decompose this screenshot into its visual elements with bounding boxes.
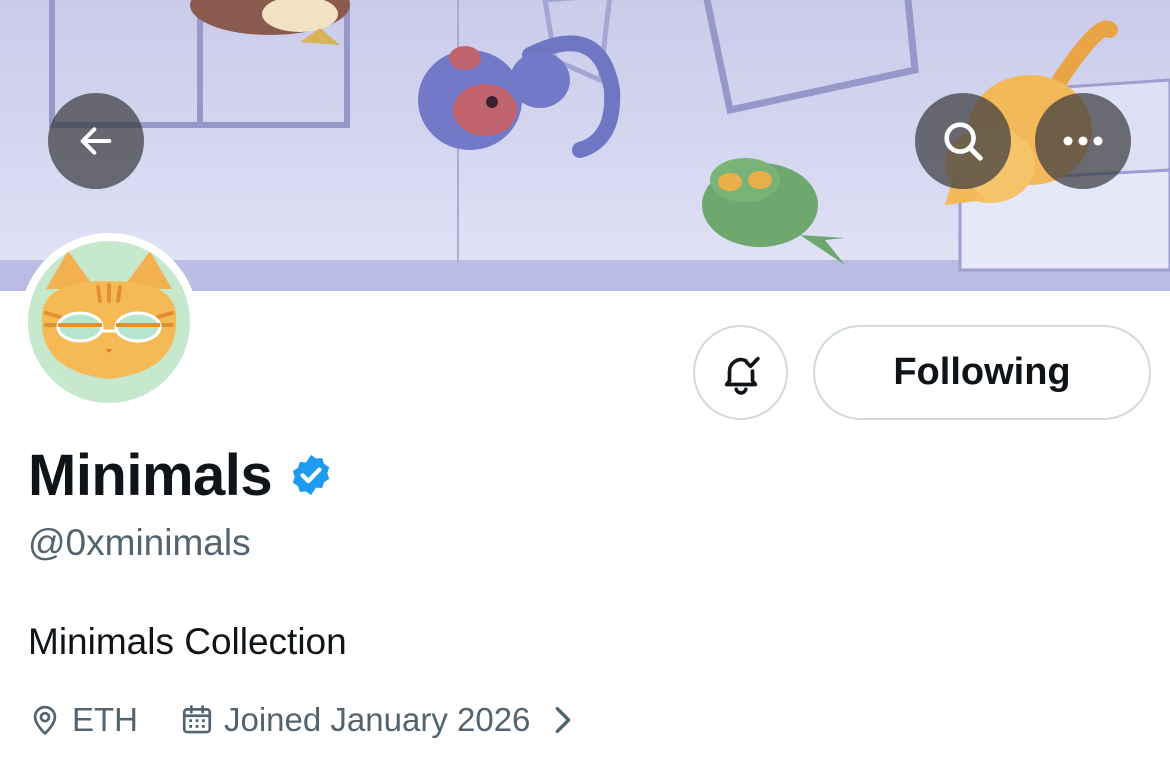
avatar-image (28, 241, 190, 403)
avatar[interactable] (20, 233, 198, 411)
profile-bio: Minimals Collection (28, 621, 347, 662)
more-horizontal-icon (1063, 136, 1103, 146)
name-row: Minimals (28, 442, 334, 508)
location-pin-icon (28, 703, 62, 737)
location-text: ETH (72, 701, 138, 738)
user-handle: @0xminimals (28, 522, 251, 563)
search-button[interactable] (915, 93, 1011, 189)
profile-banner (0, 0, 1170, 291)
cat-face-icon (41, 251, 177, 379)
arrow-left-icon (80, 127, 112, 155)
calendar-icon (180, 703, 214, 737)
search-icon (944, 122, 983, 161)
display-name: Minimals (28, 442, 273, 508)
back-button[interactable] (48, 93, 144, 189)
following-button[interactable]: Following (813, 325, 1151, 420)
bell-check-icon (724, 356, 760, 395)
joined-text: Joined January 2026 (224, 701, 531, 738)
verified-badge-icon[interactable] (288, 452, 334, 498)
more-options-button[interactable] (1035, 93, 1131, 189)
joined-item[interactable]: Joined January 2026 (180, 701, 576, 739)
notifications-button[interactable] (693, 325, 788, 420)
profile-meta: ETH Joined January 2026 (28, 698, 576, 742)
location-item: ETH (28, 701, 138, 739)
chevron-right-icon (550, 703, 576, 737)
